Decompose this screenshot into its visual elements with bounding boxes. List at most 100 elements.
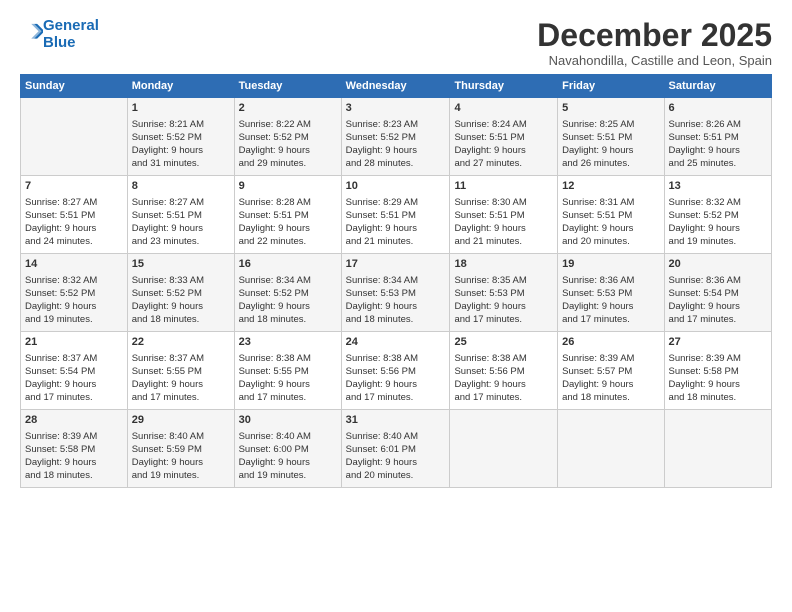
day-header-tuesday: Tuesday bbox=[234, 75, 341, 98]
day-number: 3 bbox=[346, 101, 446, 116]
calendar-cell: 19 Sunrise: 8:36 AM Sunset: 5:53 PM Dayli… bbox=[558, 254, 664, 332]
day-number: 20 bbox=[669, 257, 767, 272]
day-info: Sunrise: 8:39 AM Sunset: 5:57 PM Dayligh… bbox=[562, 352, 659, 405]
day-number: 27 bbox=[669, 335, 767, 350]
day-number: 17 bbox=[346, 257, 446, 272]
day-number: 2 bbox=[239, 101, 337, 116]
calendar-cell: 3 Sunrise: 8:23 AM Sunset: 5:52 PM Daylig… bbox=[341, 98, 450, 176]
day-number: 10 bbox=[346, 179, 446, 194]
day-number: 24 bbox=[346, 335, 446, 350]
calendar-cell: 27Sunrise: 8:39 AM Sunset: 5:58 PM Dayli… bbox=[664, 332, 771, 410]
calendar-cell: 24 Sunrise: 8:38 AM Sunset: 5:56 PM Dayli… bbox=[341, 332, 450, 410]
day-number: 13 bbox=[669, 179, 767, 194]
day-info: Sunrise: 8:22 AM Sunset: 5:52 PM Dayligh… bbox=[239, 118, 337, 171]
calendar-cell: 10Sunrise: 8:29 AM Sunset: 5:51 PM Dayli… bbox=[341, 176, 450, 254]
day-header-friday: Friday bbox=[558, 75, 664, 98]
day-number: 1 bbox=[132, 101, 230, 116]
location-subtitle: Navahondilla, Castille and Leon, Spain bbox=[537, 53, 772, 68]
day-number: 25 bbox=[454, 335, 553, 350]
day-info: Sunrise: 8:30 AM Sunset: 5:51 PM Dayligh… bbox=[454, 196, 553, 249]
calendar-cell: 7Sunrise: 8:27 AM Sunset: 5:51 PM Daylig… bbox=[21, 176, 128, 254]
day-info: Sunrise: 8:24 AM Sunset: 5:51 PM Dayligh… bbox=[454, 118, 553, 171]
day-number: 21 bbox=[25, 335, 123, 350]
calendar-header-row: SundayMondayTuesdayWednesdayThursdayFrid… bbox=[21, 75, 772, 98]
day-info: Sunrise: 8:26 AM Sunset: 5:51 PM Dayligh… bbox=[669, 118, 767, 171]
calendar-cell: 20Sunrise: 8:36 AM Sunset: 5:54 PM Dayli… bbox=[664, 254, 771, 332]
day-number: 15 bbox=[132, 257, 230, 272]
day-number: 12 bbox=[562, 179, 659, 194]
day-info: Sunrise: 8:32 AM Sunset: 5:52 PM Dayligh… bbox=[25, 274, 123, 327]
day-number: 26 bbox=[562, 335, 659, 350]
day-header-saturday: Saturday bbox=[664, 75, 771, 98]
day-number: 6 bbox=[669, 101, 767, 116]
title-block: December 2025 Navahondilla, Castille and… bbox=[537, 18, 772, 68]
day-info: Sunrise: 8:28 AM Sunset: 5:51 PM Dayligh… bbox=[239, 196, 337, 249]
day-info: Sunrise: 8:39 AM Sunset: 5:58 PM Dayligh… bbox=[25, 430, 123, 483]
calendar-week-2: 7Sunrise: 8:27 AM Sunset: 5:51 PM Daylig… bbox=[21, 176, 772, 254]
header: General Blue December 2025 Navahondilla,… bbox=[20, 18, 772, 68]
calendar-cell: 6 Sunrise: 8:26 AM Sunset: 5:51 PM Daylig… bbox=[664, 98, 771, 176]
day-info: Sunrise: 8:35 AM Sunset: 5:53 PM Dayligh… bbox=[454, 274, 553, 327]
calendar-cell bbox=[664, 410, 771, 488]
calendar-cell: 21 Sunrise: 8:37 AM Sunset: 5:54 PM Dayli… bbox=[21, 332, 128, 410]
calendar-table: SundayMondayTuesdayWednesdayThursdayFrid… bbox=[20, 74, 772, 488]
calendar-cell: 8 Sunrise: 8:27 AM Sunset: 5:51 PM Daylig… bbox=[127, 176, 234, 254]
day-info: Sunrise: 8:23 AM Sunset: 5:52 PM Dayligh… bbox=[346, 118, 446, 171]
day-info: Sunrise: 8:34 AM Sunset: 5:53 PM Dayligh… bbox=[346, 274, 446, 327]
calendar-cell: 22Sunrise: 8:37 AM Sunset: 5:55 PM Dayli… bbox=[127, 332, 234, 410]
day-info: Sunrise: 8:32 AM Sunset: 5:52 PM Dayligh… bbox=[669, 196, 767, 249]
day-number: 28 bbox=[25, 413, 123, 428]
calendar-cell: 11Sunrise: 8:30 AM Sunset: 5:51 PM Dayli… bbox=[450, 176, 558, 254]
calendar-cell: 18 Sunrise: 8:35 AM Sunset: 5:53 PM Dayli… bbox=[450, 254, 558, 332]
calendar-cell: 25 Sunrise: 8:38 AM Sunset: 5:56 PM Dayli… bbox=[450, 332, 558, 410]
day-header-wednesday: Wednesday bbox=[341, 75, 450, 98]
day-number: 16 bbox=[239, 257, 337, 272]
day-number: 30 bbox=[239, 413, 337, 428]
calendar-week-3: 14 Sunrise: 8:32 AM Sunset: 5:52 PM Dayli… bbox=[21, 254, 772, 332]
calendar-cell: 12 Sunrise: 8:31 AM Sunset: 5:51 PM Dayli… bbox=[558, 176, 664, 254]
calendar-week-1: 1 Sunrise: 8:21 AM Sunset: 5:52 PM Daylig… bbox=[21, 98, 772, 176]
day-number: 4 bbox=[454, 101, 553, 116]
day-number: 18 bbox=[454, 257, 553, 272]
calendar-cell: 31Sunrise: 8:40 AM Sunset: 6:01 PM Dayli… bbox=[341, 410, 450, 488]
day-info: Sunrise: 8:25 AM Sunset: 5:51 PM Dayligh… bbox=[562, 118, 659, 171]
day-info: Sunrise: 8:38 AM Sunset: 5:55 PM Dayligh… bbox=[239, 352, 337, 405]
logo: General Blue bbox=[20, 18, 99, 51]
calendar-cell: 30Sunrise: 8:40 AM Sunset: 6:00 PM Dayli… bbox=[234, 410, 341, 488]
calendar-cell bbox=[21, 98, 128, 176]
calendar-cell bbox=[558, 410, 664, 488]
calendar-cell: 15Sunrise: 8:33 AM Sunset: 5:52 PM Dayli… bbox=[127, 254, 234, 332]
day-info: Sunrise: 8:34 AM Sunset: 5:52 PM Dayligh… bbox=[239, 274, 337, 327]
day-info: Sunrise: 8:27 AM Sunset: 5:51 PM Dayligh… bbox=[132, 196, 230, 249]
logo-icon bbox=[21, 21, 43, 43]
day-number: 29 bbox=[132, 413, 230, 428]
day-number: 31 bbox=[346, 413, 446, 428]
calendar-cell: 2 Sunrise: 8:22 AM Sunset: 5:52 PM Daylig… bbox=[234, 98, 341, 176]
day-header-monday: Monday bbox=[127, 75, 234, 98]
calendar-cell bbox=[450, 410, 558, 488]
day-info: Sunrise: 8:37 AM Sunset: 5:54 PM Dayligh… bbox=[25, 352, 123, 405]
day-info: Sunrise: 8:31 AM Sunset: 5:51 PM Dayligh… bbox=[562, 196, 659, 249]
day-info: Sunrise: 8:21 AM Sunset: 5:52 PM Dayligh… bbox=[132, 118, 230, 171]
day-number: 23 bbox=[239, 335, 337, 350]
day-info: Sunrise: 8:38 AM Sunset: 5:56 PM Dayligh… bbox=[346, 352, 446, 405]
day-header-thursday: Thursday bbox=[450, 75, 558, 98]
calendar-cell: 4 Sunrise: 8:24 AM Sunset: 5:51 PM Daylig… bbox=[450, 98, 558, 176]
calendar-cell: 28 Sunrise: 8:39 AM Sunset: 5:58 PM Dayli… bbox=[21, 410, 128, 488]
day-info: Sunrise: 8:37 AM Sunset: 5:55 PM Dayligh… bbox=[132, 352, 230, 405]
day-header-sunday: Sunday bbox=[21, 75, 128, 98]
day-number: 8 bbox=[132, 179, 230, 194]
calendar-cell: 29 Sunrise: 8:40 AM Sunset: 5:59 PM Dayli… bbox=[127, 410, 234, 488]
day-info: Sunrise: 8:36 AM Sunset: 5:53 PM Dayligh… bbox=[562, 274, 659, 327]
calendar-cell: 14 Sunrise: 8:32 AM Sunset: 5:52 PM Dayli… bbox=[21, 254, 128, 332]
day-number: 14 bbox=[25, 257, 123, 272]
day-info: Sunrise: 8:27 AM Sunset: 5:51 PM Dayligh… bbox=[25, 196, 123, 249]
calendar-cell: 9Sunrise: 8:28 AM Sunset: 5:51 PM Daylig… bbox=[234, 176, 341, 254]
calendar-week-4: 21 Sunrise: 8:37 AM Sunset: 5:54 PM Dayli… bbox=[21, 332, 772, 410]
day-number: 5 bbox=[562, 101, 659, 116]
day-info: Sunrise: 8:38 AM Sunset: 5:56 PM Dayligh… bbox=[454, 352, 553, 405]
calendar-cell: 5 Sunrise: 8:25 AM Sunset: 5:51 PM Daylig… bbox=[558, 98, 664, 176]
day-number: 19 bbox=[562, 257, 659, 272]
day-info: Sunrise: 8:40 AM Sunset: 5:59 PM Dayligh… bbox=[132, 430, 230, 483]
calendar-cell: 13 Sunrise: 8:32 AM Sunset: 5:52 PM Dayli… bbox=[664, 176, 771, 254]
